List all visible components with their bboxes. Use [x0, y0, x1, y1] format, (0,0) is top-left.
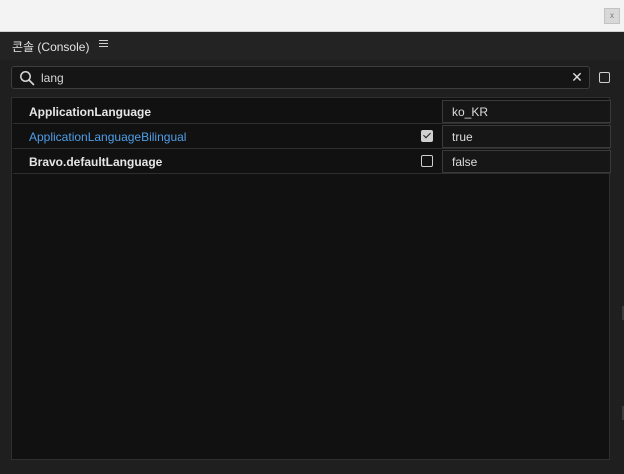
- setting-name-link[interactable]: ApplicationLanguageBilingual: [29, 130, 186, 144]
- setting-checkbox[interactable]: [421, 130, 433, 142]
- search-field[interactable]: ✕: [11, 66, 590, 89]
- list-item[interactable]: ApplicationLanguage ko_KR: [13, 99, 611, 124]
- search-input[interactable]: [41, 69, 561, 87]
- setting-checkbox[interactable]: [421, 155, 433, 167]
- setting-name: ApplicationLanguage: [29, 105, 152, 119]
- menu-icon[interactable]: [99, 38, 109, 50]
- panel-title: 콘솔 (Console): [12, 40, 90, 54]
- search-icon: [20, 71, 35, 86]
- options-checkbox[interactable]: [599, 72, 610, 83]
- setting-value-field[interactable]: true: [442, 125, 611, 148]
- list-item[interactable]: ApplicationLanguageBilingual true: [13, 124, 611, 149]
- window-title-bar: x: [0, 0, 624, 32]
- list-item[interactable]: Bravo.defaultLanguage false: [13, 149, 611, 174]
- setting-name: Bravo.defaultLanguage: [29, 155, 163, 169]
- close-icon[interactable]: ✕: [570, 68, 584, 86]
- panel-header: 콘솔 (Console): [0, 32, 624, 60]
- setting-value-field[interactable]: false: [442, 150, 611, 173]
- setting-value-field[interactable]: ko_KR: [442, 100, 611, 123]
- window-control-button[interactable]: x: [604, 8, 620, 24]
- results-list: ApplicationLanguage ko_KR ApplicationLan…: [11, 97, 611, 460]
